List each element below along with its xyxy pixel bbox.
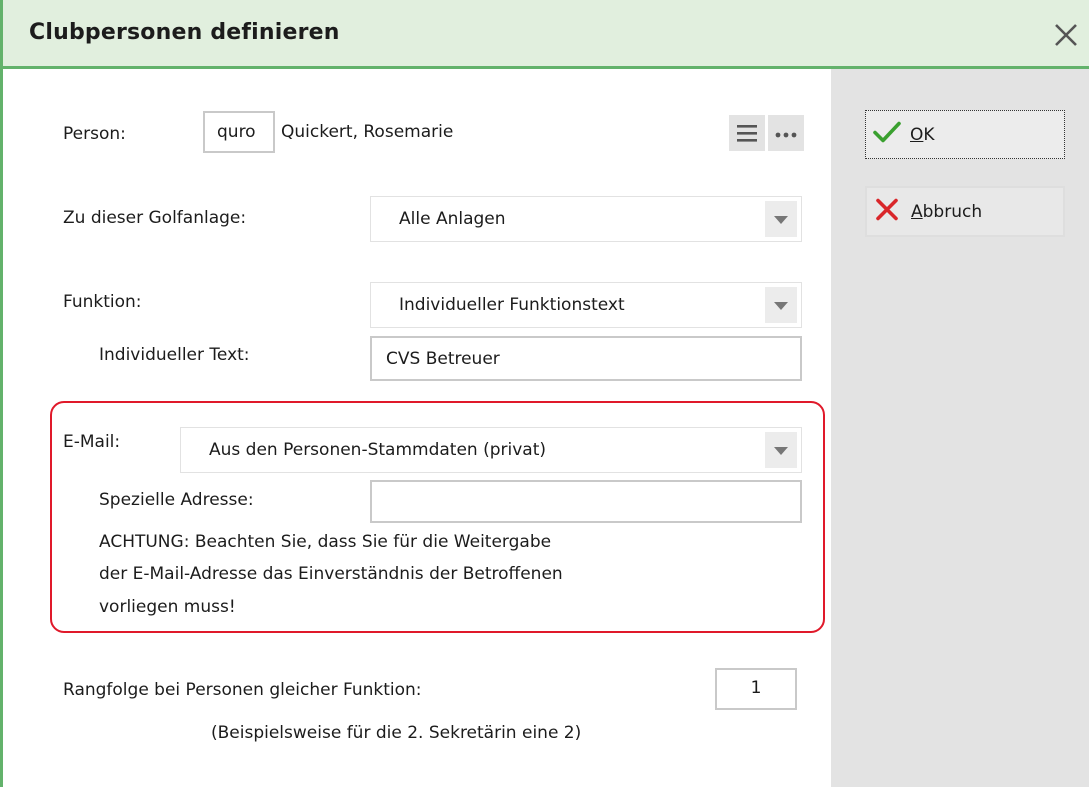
ok-label: OK [910,125,935,145]
golfanlage-label: Zu dieser Golfanlage: [63,208,247,228]
dropdown-arrow-icon[interactable] [765,201,797,237]
funktion-value: Individueller Funktionstext [399,295,625,315]
individual-text-field[interactable]: CVS Betreuer [370,336,802,381]
list-icon[interactable] [729,115,765,151]
warning-line-1: ACHTUNG: Beachten Sie, dass Sie für die … [99,532,552,552]
cancel-mnemonic: A [911,201,923,222]
warning-line-3: vorliegen muss! [99,597,236,617]
rank-field[interactable]: 1 [715,668,797,710]
dialog-window: Clubpersonen definieren Person: quro Qui… [0,0,1089,787]
dropdown-arrow-icon[interactable] [765,287,797,323]
cancel-button[interactable]: Abbruch [865,186,1065,237]
special-address-label: Spezielle Adresse: [99,490,254,510]
button-pane [831,69,1089,787]
cancel-label: Abbruch [911,202,982,222]
golfanlage-value: Alle Anlagen [399,209,506,229]
person-name: Quickert, Rosemarie [281,122,454,142]
funktion-label: Funktion: [63,292,142,312]
rank-label: Rangfolge bei Personen gleicher Funktion… [63,680,422,700]
person-code-field[interactable]: quro [203,111,275,153]
more-icon[interactable] [768,115,804,151]
person-label: Person: [63,124,126,144]
warning-line-2: der E-Mail-Adresse das Einverständnis de… [99,564,563,584]
title-bar: Clubpersonen definieren [3,0,1089,69]
cross-icon [873,195,901,228]
email-value: Aus den Personen-Stammdaten (privat) [209,440,547,460]
cancel-rest: bbruch [922,201,983,222]
funktion-select[interactable]: Individueller Funktionstext [370,282,802,328]
ok-button[interactable]: OK [865,110,1065,159]
individual-text-label: Individueller Text: [99,345,250,365]
email-label: E-Mail: [63,432,121,452]
special-address-field[interactable] [370,480,802,523]
rank-hint: (Beispielsweise für die 2. Sekretärin ei… [211,723,582,743]
golfanlage-select[interactable]: Alle Anlagen [370,196,802,242]
person-code-value: quro [217,122,256,142]
dropdown-arrow-icon[interactable] [765,432,797,468]
ok-rest: K [923,124,935,145]
close-icon[interactable] [1049,18,1083,52]
rank-value: 1 [750,678,762,698]
individual-text-value: CVS Betreuer [386,348,500,369]
email-select[interactable]: Aus den Personen-Stammdaten (privat) [180,427,802,473]
checkmark-icon [872,119,902,150]
dialog-title: Clubpersonen definieren [29,20,340,45]
ok-mnemonic: O [910,124,924,145]
